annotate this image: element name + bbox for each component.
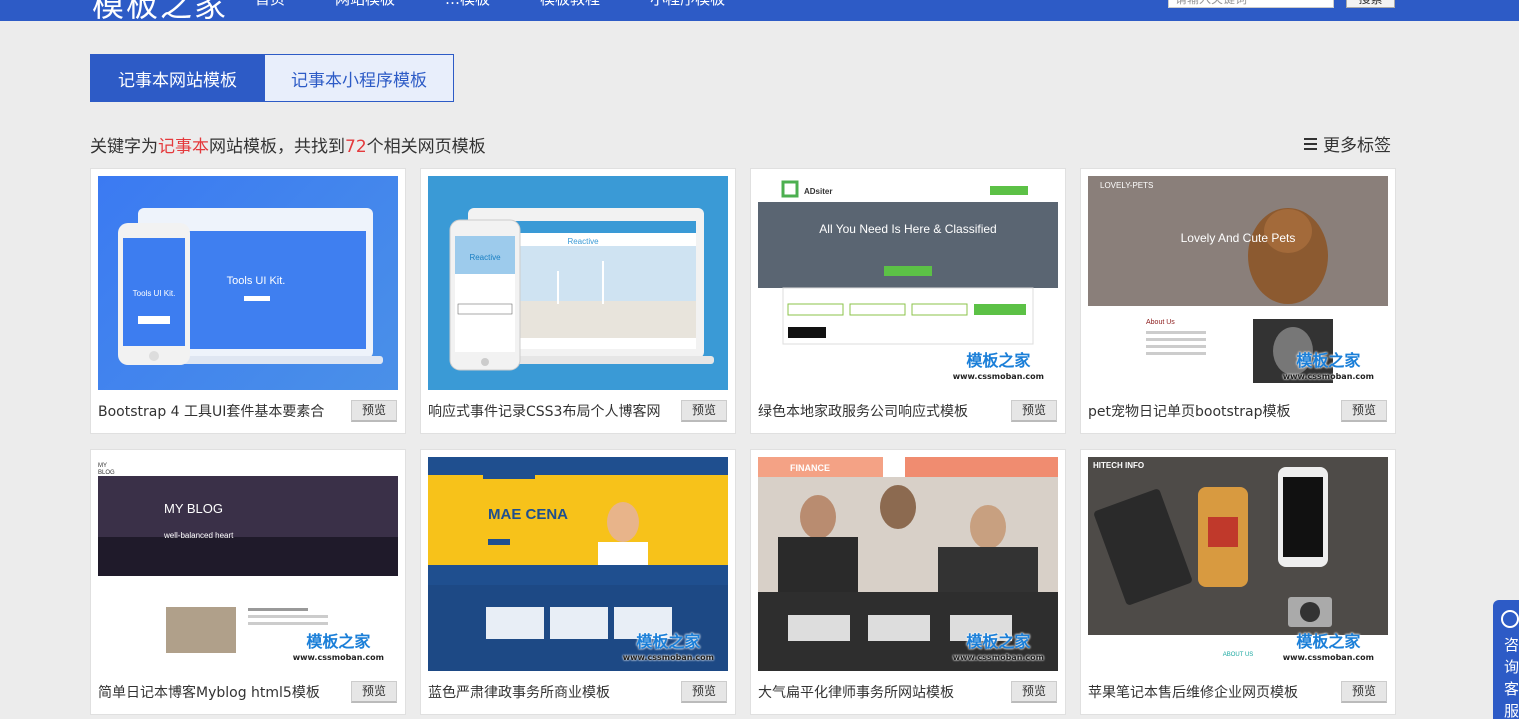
- watermark-name: 模板之家: [1296, 632, 1361, 651]
- template-card[interactable]: MAE CENA 模板之家 www.cssmoban.com 蓝色严肃律政事务所商…: [420, 449, 736, 715]
- template-type-tabs: 记事本网站模板 记事本小程序模板: [90, 54, 454, 102]
- preview-button[interactable]: 预览: [1341, 681, 1387, 703]
- result-middle: 网站模板，共找到: [209, 137, 345, 157]
- watermark-name: 模板之家: [1296, 351, 1361, 370]
- svg-text:LOVELY-PETS: LOVELY-PETS: [1100, 181, 1153, 190]
- template-thumbnail[interactable]: Reactive Reactive: [428, 176, 728, 390]
- customer-service-widget[interactable]: 咨询客服: [1493, 600, 1519, 719]
- thumb-illustration: Reactive Reactive: [449, 208, 714, 371]
- template-title[interactable]: 蓝色严肃律政事务所商业模板: [428, 682, 673, 702]
- watermark-url: www.cssmoban.com: [1282, 653, 1374, 662]
- preview-button[interactable]: 预览: [1341, 400, 1387, 422]
- result-summary: 关键字为记事本网站模板，共找到72个相关网页模板: [90, 132, 486, 157]
- template-card[interactable]: MY BLOG MY BLOG well-balanced heart 模板之家…: [90, 449, 406, 715]
- result-suffix: 个相关网页模板: [366, 137, 486, 157]
- thumb-heading: FINANCE: [790, 463, 830, 473]
- top-nav-bar: 模板之家 首页 网站模板 …模板 模板教程 小程序模板 请输入关键词 搜索: [0, 0, 1519, 21]
- template-thumbnail[interactable]: MY BLOG MY BLOG well-balanced heart 模板之家…: [98, 457, 398, 671]
- template-thumbnail[interactable]: HITECH INFO ABOUT US 模板之家 www.cssmoban.co…: [1088, 457, 1388, 671]
- nav-miniprogram[interactable]: 小程序模板: [650, 0, 725, 9]
- template-title[interactable]: pet宠物日记单页bootstrap模板: [1088, 401, 1333, 421]
- template-thumbnail[interactable]: MAE CENA 模板之家 www.cssmoban.com: [428, 457, 728, 671]
- chat-label: 咨询客服: [1504, 636, 1519, 719]
- search-button[interactable]: 搜索: [1346, 0, 1395, 8]
- thumb-heading: MAE CENA: [488, 506, 568, 523]
- nav-home[interactable]: 首页: [255, 0, 285, 9]
- template-card[interactable]: Tools UI Kit. Tools UI Kit. Bootstrap 4 …: [90, 168, 406, 434]
- template-title[interactable]: 大气扁平化律师事务所网站模板: [758, 682, 1003, 702]
- svg-text:About Us: About Us: [1146, 319, 1175, 326]
- nav-templates[interactable]: …模板: [445, 0, 490, 9]
- watermark: 模板之家 www.cssmoban.com: [953, 634, 1044, 666]
- thumb-heading: All You Need Is Here & Classified: [819, 222, 996, 236]
- main-nav: 首页 网站模板 …模板 模板教程 小程序模板: [255, 0, 775, 9]
- template-title[interactable]: Bootstrap 4 工具UI套件基本要素合: [98, 401, 343, 421]
- template-card[interactable]: LOVELY-PETS Lovely And Cute Pets About U…: [1080, 168, 1396, 434]
- watermark-name: 模板之家: [636, 632, 701, 651]
- svg-text:ABOUT US: ABOUT US: [1223, 652, 1254, 658]
- svg-text:ADsiter: ADsiter: [804, 187, 832, 196]
- thumb-heading: Reactive: [567, 237, 599, 246]
- site-logo[interactable]: 模板之家: [92, 0, 228, 21]
- more-tags-label: 更多标签: [1323, 136, 1391, 156]
- watermark-url: www.cssmoban.com: [952, 653, 1044, 662]
- chat-icon: [1501, 610, 1519, 628]
- watermark: 模板之家 www.cssmoban.com: [293, 634, 384, 666]
- thumb-heading: Tools UI Kit.: [227, 275, 286, 287]
- watermark: 模板之家 www.cssmoban.com: [623, 634, 714, 666]
- template-card[interactable]: Reactive Reactive 响应式事件记录CSS3布局个人博客网 预览: [420, 168, 736, 434]
- template-thumbnail[interactable]: Tools UI Kit. Tools UI Kit.: [98, 176, 398, 390]
- watermark: 模板之家 www.cssmoban.com: [1283, 353, 1374, 385]
- watermark-name: 模板之家: [966, 632, 1031, 651]
- template-thumbnail[interactable]: LOVELY-PETS Lovely And Cute Pets About U…: [1088, 176, 1388, 390]
- more-tags-link[interactable]: 更多标签: [1304, 131, 1391, 156]
- svg-text:Reactive: Reactive: [469, 253, 501, 262]
- nav-website-templates[interactable]: 网站模板: [335, 0, 395, 9]
- result-count: 72: [345, 137, 367, 157]
- template-thumbnail[interactable]: FINANCE 模板之家 www.cssmoban.com: [758, 457, 1058, 671]
- template-title[interactable]: 响应式事件记录CSS3布局个人博客网: [428, 401, 673, 421]
- svg-text:MY: MY: [98, 463, 107, 469]
- template-thumbnail[interactable]: ADsiter All You Need Is Here & Classifie…: [758, 176, 1058, 390]
- watermark-name: 模板之家: [966, 351, 1031, 370]
- template-title[interactable]: 简单日记本博客Myblog html5模板: [98, 682, 343, 702]
- template-title[interactable]: 苹果笔记本售后维修企业网页模板: [1088, 682, 1333, 702]
- svg-text:well-balanced heart: well-balanced heart: [163, 531, 234, 540]
- watermark-url: www.cssmoban.com: [292, 653, 384, 662]
- preview-button[interactable]: 预览: [681, 400, 727, 422]
- preview-button[interactable]: 预览: [1011, 681, 1057, 703]
- preview-button[interactable]: 预览: [351, 681, 397, 703]
- thumb-heading: HITECH INFO: [1093, 461, 1144, 470]
- template-card[interactable]: HITECH INFO ABOUT US 模板之家 www.cssmoban.co…: [1080, 449, 1396, 715]
- watermark: 模板之家 www.cssmoban.com: [953, 353, 1044, 385]
- result-prefix: 关键字为: [90, 137, 158, 157]
- watermark-url: www.cssmoban.com: [952, 372, 1044, 381]
- watermark-name: 模板之家: [306, 632, 371, 651]
- tab-miniprogram-templates[interactable]: 记事本小程序模板: [265, 54, 454, 102]
- search-input[interactable]: 请输入关键词: [1168, 0, 1334, 8]
- list-icon: [1304, 137, 1317, 150]
- nav-tutorials[interactable]: 模板教程: [540, 0, 600, 9]
- watermark-url: www.cssmoban.com: [622, 653, 714, 662]
- template-card[interactable]: ADsiter All You Need Is Here & Classifie…: [750, 168, 1066, 434]
- svg-text:BLOG: BLOG: [98, 470, 115, 476]
- watermark: 模板之家 www.cssmoban.com: [1283, 634, 1374, 666]
- preview-button[interactable]: 预览: [681, 681, 727, 703]
- thumb-heading: Lovely And Cute Pets: [1181, 231, 1296, 245]
- thumb-illustration: Tools UI Kit. Tools UI Kit.: [118, 208, 383, 365]
- preview-button[interactable]: 预览: [1011, 400, 1057, 422]
- preview-button[interactable]: 预览: [351, 400, 397, 422]
- watermark-url: www.cssmoban.com: [1282, 372, 1374, 381]
- tab-website-templates[interactable]: 记事本网站模板: [90, 54, 265, 102]
- result-keyword: 记事本: [158, 137, 209, 157]
- template-card[interactable]: FINANCE 模板之家 www.cssmoban.com 大气扁平化律师事务所网…: [750, 449, 1066, 715]
- svg-text:Tools UI Kit.: Tools UI Kit.: [133, 289, 176, 298]
- template-title[interactable]: 绿色本地家政服务公司响应式模板: [758, 401, 1003, 421]
- thumb-heading: MY BLOG: [164, 501, 223, 516]
